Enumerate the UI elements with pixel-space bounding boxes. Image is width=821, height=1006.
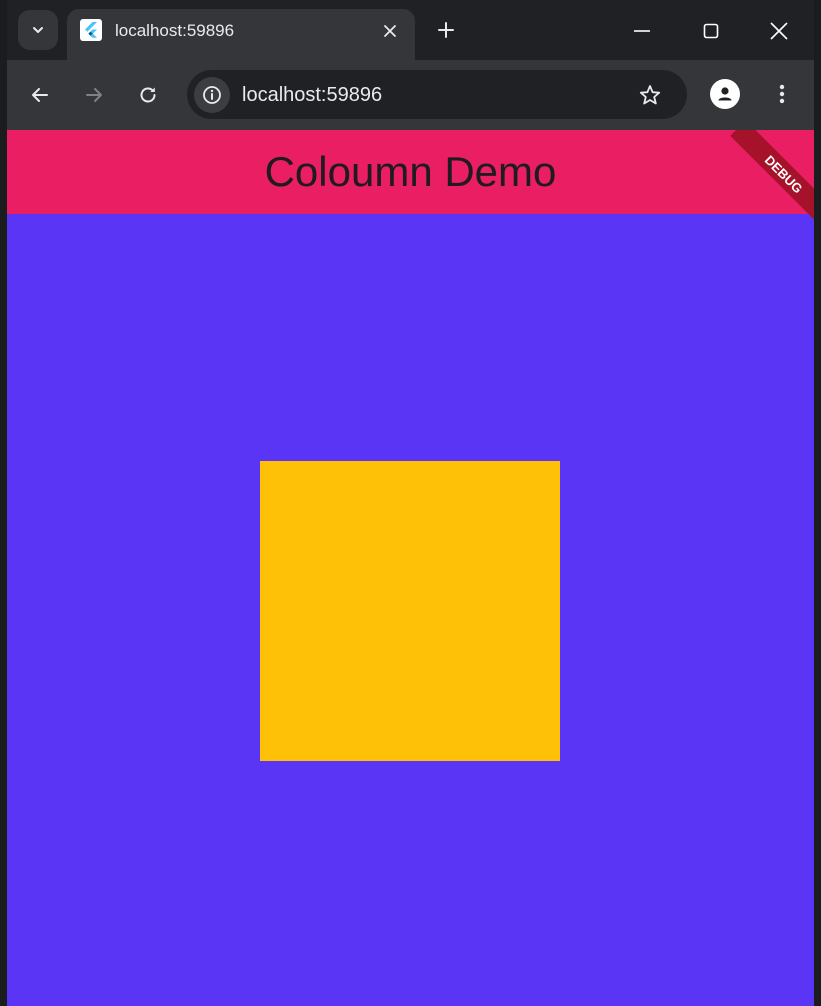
minimize-button[interactable] — [619, 8, 665, 54]
person-icon — [718, 87, 732, 101]
reload-button[interactable] — [130, 77, 166, 113]
maximize-button[interactable] — [688, 8, 734, 54]
forward-button[interactable] — [76, 77, 112, 113]
tab-search-button[interactable] — [18, 10, 58, 50]
browser-toolbar: localhost:59896 — [7, 60, 814, 130]
tab-strip: localhost:59896 — [7, 0, 814, 60]
kebab-menu-icon — [779, 84, 785, 104]
maximize-icon — [703, 23, 719, 39]
close-window-button[interactable] — [756, 8, 802, 54]
reload-icon — [140, 87, 156, 103]
app-body — [7, 214, 814, 1006]
app-bar: Coloumn Demo — [7, 130, 814, 214]
site-info-button[interactable] — [194, 77, 230, 113]
star-icon — [639, 85, 661, 105]
arrow-right-icon — [86, 88, 102, 102]
arrow-left-icon — [32, 88, 48, 102]
tab-active[interactable]: localhost:59896 — [67, 9, 415, 60]
flutter-icon — [80, 19, 102, 41]
page-content: Coloumn Demo DEBUG — [7, 130, 814, 1006]
profile-button[interactable] — [710, 79, 740, 109]
menu-button[interactable] — [767, 79, 797, 109]
url-text[interactable]: localhost:59896 — [242, 83, 382, 107]
desktop-edge-right — [814, 0, 821, 1006]
chevron-down-icon — [33, 27, 43, 33]
new-tab-button[interactable] — [431, 15, 461, 45]
browser-window: localhost:59896 localhost:59896 Coloumn … — [0, 0, 821, 1006]
address-bar[interactable]: localhost:59896 — [187, 70, 687, 119]
page-title: Coloumn Demo — [264, 148, 557, 195]
close-tab-button[interactable] — [378, 19, 402, 43]
desktop-edge-left — [0, 0, 7, 1006]
close-icon — [770, 22, 788, 40]
tab-title: localhost:59896 — [115, 21, 235, 40]
info-icon — [203, 86, 221, 104]
yellow-square — [260, 461, 560, 761]
bookmark-button[interactable] — [635, 80, 665, 110]
close-icon — [384, 25, 396, 37]
back-button[interactable] — [22, 77, 58, 113]
plus-icon — [438, 22, 454, 38]
minimize-icon — [634, 30, 650, 32]
